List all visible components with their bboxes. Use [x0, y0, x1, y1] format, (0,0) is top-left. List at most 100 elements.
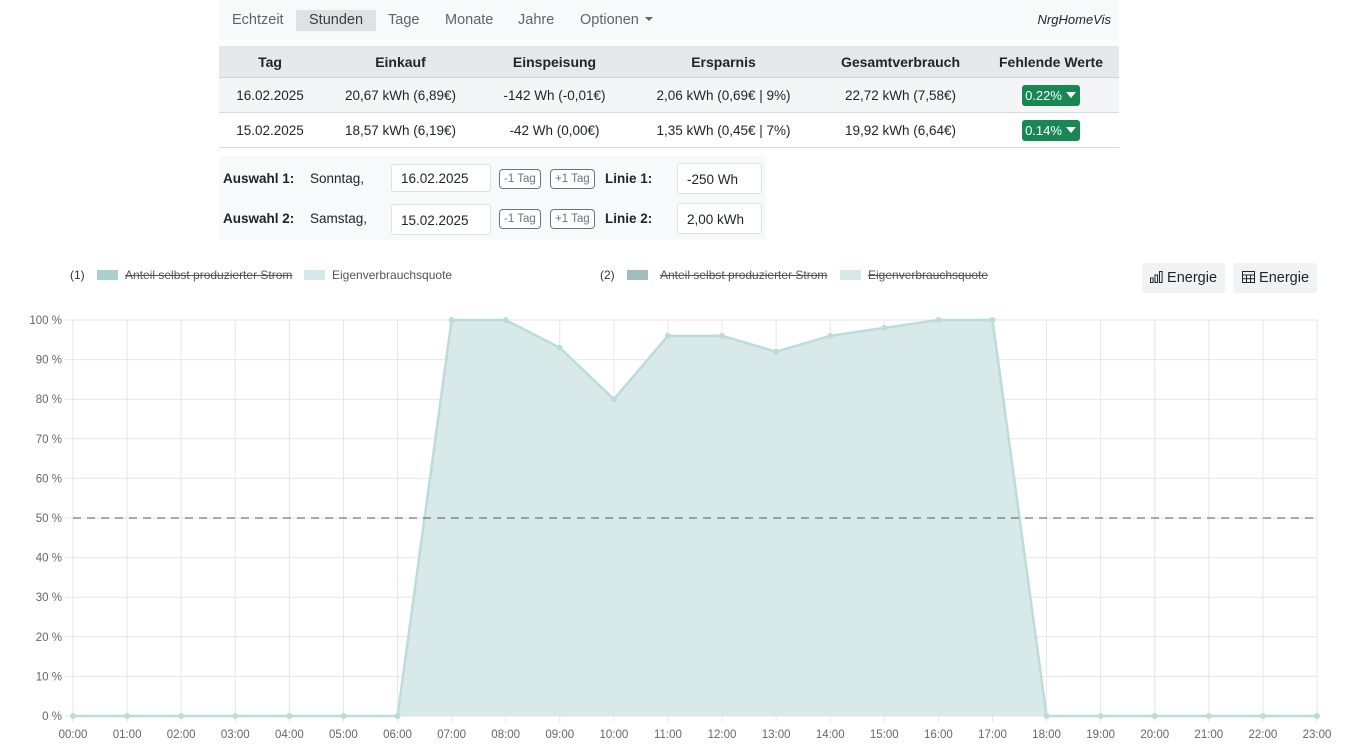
legend-1-item-anteil[interactable]: Anteil selbst produzierter Strom	[125, 268, 292, 282]
table-icon	[1242, 270, 1255, 283]
x-tick-label: 00:00	[59, 729, 88, 741]
col-header-einspeisung: Einspeisung	[480, 46, 629, 78]
data-point	[1097, 713, 1104, 719]
data-point	[989, 317, 996, 323]
nav-jahre[interactable]: Jahre	[518, 10, 554, 31]
data-point	[881, 324, 888, 331]
legend-2-prefix: (2)	[600, 268, 615, 282]
cell-tag: 16.02.2025	[219, 77, 321, 113]
y-tick-label: 0 %	[42, 711, 62, 723]
nav-tage[interactable]: Tage	[388, 10, 419, 31]
y-tick-label: 90 %	[36, 355, 62, 367]
selection-2-plus-day-button[interactable]: +1 Tag	[550, 209, 595, 229]
legend-1-swatch-eigenverbrauch[interactable]	[304, 270, 325, 280]
data-point	[827, 332, 834, 339]
data-point	[232, 713, 239, 719]
data-point	[935, 317, 942, 323]
data-point	[664, 332, 671, 339]
selection-1-weekday: Sonntag,	[310, 171, 365, 186]
legend-1-item-eigenverbrauch[interactable]: Eigenverbrauchsquote	[332, 268, 452, 282]
nav-echtzeit[interactable]: Echtzeit	[232, 10, 284, 31]
cell-einspeisung: -142 Wh (-0,01€)	[480, 77, 629, 113]
col-header-fehlende-werte: Fehlende Werte	[983, 46, 1119, 78]
x-tick-label: 04:00	[275, 729, 304, 741]
data-point	[124, 713, 131, 719]
missing-values-badge[interactable]: 0.14%	[1022, 119, 1080, 141]
cell-gesamtverbrauch: 19,92 kWh (6,64€)	[818, 112, 983, 148]
selection-2-label: Auswahl 2:	[223, 211, 295, 226]
selection-2-minus-day-button[interactable]: -1 Tag	[499, 209, 541, 229]
y-tick-label: 20 %	[36, 632, 62, 644]
col-header-ersparnis: Ersparnis	[629, 46, 818, 78]
brand-name: NrgHomeVis	[1037, 12, 1111, 27]
col-header-einkauf: Einkauf	[321, 46, 480, 78]
x-tick-label: 17:00	[978, 729, 1007, 741]
y-tick-label: 70 %	[36, 434, 62, 446]
x-tick-label: 14:00	[816, 729, 845, 741]
summary-table: Tag Einkauf Einspeisung Ersparnis Gesamt…	[219, 46, 1119, 148]
y-tick-label: 30 %	[36, 592, 62, 604]
x-tick-label: 13:00	[762, 729, 791, 741]
line-2-label: Linie 2:	[605, 211, 653, 226]
table-header-row: Tag Einkauf Einspeisung Ersparnis Gesamt…	[219, 46, 1119, 78]
col-header-tag: Tag	[219, 46, 321, 78]
data-point	[394, 713, 401, 719]
x-tick-label: 11:00	[654, 729, 682, 741]
data-point	[1043, 713, 1050, 719]
nav-optionen[interactable]: Optionen	[580, 10, 653, 31]
caret-down-icon	[1065, 92, 1076, 99]
x-tick-label: 09:00	[545, 729, 574, 741]
x-tick-label: 16:00	[924, 729, 953, 741]
x-tick-label: 03:00	[221, 729, 250, 741]
data-point	[719, 332, 726, 339]
selection-2-date-input[interactable]: 15.02.2025	[391, 204, 491, 235]
y-tick-label: 50 %	[36, 513, 62, 525]
chart-view-label: Energie	[1167, 270, 1218, 286]
data-point	[448, 317, 455, 323]
y-tick-label: 80 %	[36, 394, 62, 406]
line-1-input[interactable]: -250 Wh	[677, 163, 762, 194]
x-tick-label: 08:00	[491, 729, 520, 741]
legend-2-swatch-eigenverbrauch[interactable]	[840, 270, 861, 280]
nav-optionen-label: Optionen	[580, 12, 639, 28]
x-tick-label: 21:00	[1194, 729, 1223, 741]
selection-1-date-input[interactable]: 16.02.2025	[391, 164, 491, 192]
selection-1-minus-day-button[interactable]: -1 Tag	[499, 169, 541, 189]
missing-values-badge[interactable]: 0.22%	[1022, 84, 1080, 106]
nav-stunden[interactable]: Stunden	[296, 10, 377, 31]
x-tick-label: 20:00	[1140, 729, 1169, 741]
selection-panel: Auswahl 1: Sonntag, 16.02.2025 -1 Tag +1…	[219, 156, 766, 240]
data-point	[1205, 713, 1212, 719]
x-tick-label: 07:00	[437, 729, 466, 741]
data-point	[1151, 713, 1158, 719]
y-tick-label: 40 %	[36, 553, 62, 565]
cell-fehlende-werte: 0.14%	[983, 112, 1119, 148]
y-axis: 0 % 10 % 20 % 30 % 40 % 50 % 60 % 70 % 80 % 90 % 1…	[29, 315, 62, 723]
data-point	[1314, 713, 1320, 719]
legend-2-swatch-anteil[interactable]	[627, 270, 648, 280]
caret-down-icon	[1065, 127, 1076, 134]
data-point	[502, 317, 509, 323]
selection-1-label: Auswahl 1:	[223, 171, 295, 186]
cell-einkauf: 20,67 kWh (6,89€)	[321, 77, 480, 113]
data-point	[286, 713, 293, 719]
table-view-button[interactable]: Energie	[1233, 263, 1317, 293]
line-1-label: Linie 1:	[605, 171, 653, 186]
line-2-input[interactable]: 2,00 kWh	[677, 203, 762, 234]
legend-1-swatch-anteil[interactable]	[97, 270, 118, 280]
cell-tag: 15.02.2025	[219, 112, 321, 148]
cell-ersparnis: 1,35 kWh (0,45€ | 7%)	[629, 112, 818, 148]
bar-chart-icon	[1150, 270, 1163, 283]
chart-view-button[interactable]: Energie	[1142, 263, 1225, 293]
selection-1-plus-day-button[interactable]: +1 Tag	[550, 169, 595, 189]
cell-fehlende-werte: 0.22%	[983, 77, 1119, 113]
x-tick-label: 18:00	[1032, 729, 1061, 741]
cell-einkauf: 18,57 kWh (6,19€)	[321, 112, 480, 148]
nav-monate[interactable]: Monate	[445, 10, 493, 31]
legend-2-item-eigenverbrauch[interactable]: Eigenverbrauchsquote	[868, 268, 988, 282]
col-header-gesamtverbrauch: Gesamtverbrauch	[818, 46, 983, 78]
legend-2-item-anteil[interactable]: Anteil selbst produzierter Strom	[660, 268, 827, 282]
navbar: Echtzeit Stunden Tage Monate Jahre Optio…	[219, 0, 1119, 40]
data-point	[556, 344, 563, 351]
selection-2-weekday: Samstag,	[310, 211, 368, 226]
